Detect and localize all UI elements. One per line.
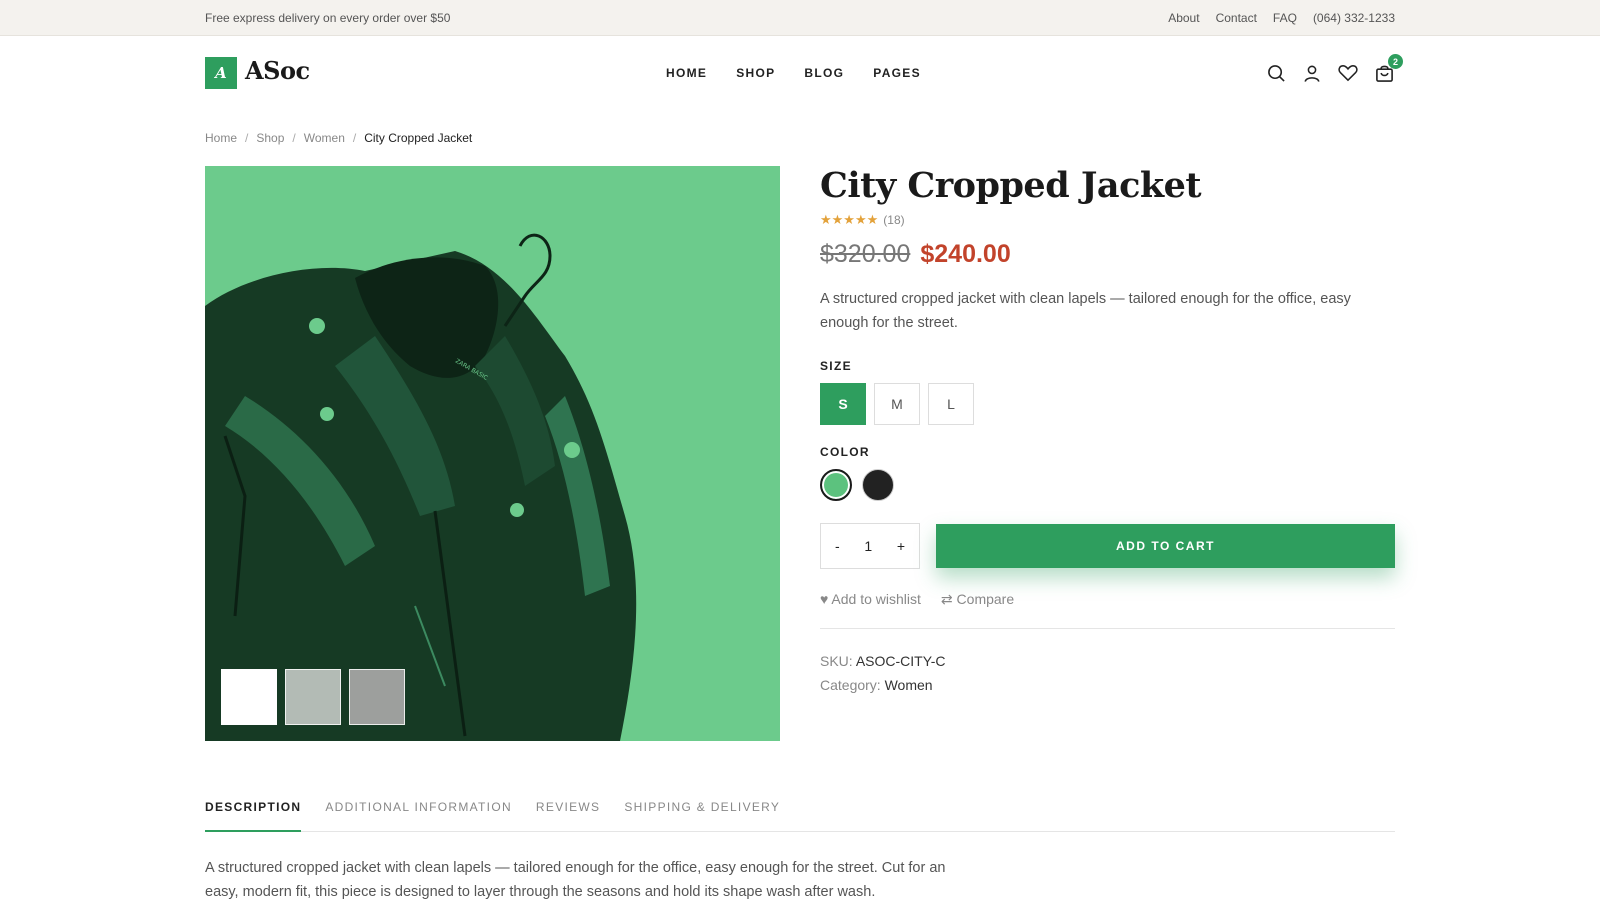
breadcrumb-current: City Cropped Jacket (364, 131, 473, 145)
nav-pages[interactable]: PAGES (873, 66, 921, 80)
nav-shop[interactable]: SHOP (736, 66, 775, 80)
color-swatch-green[interactable] (820, 469, 852, 502)
qty-increase-button[interactable]: + (897, 538, 905, 554)
color-swatch-black[interactable] (862, 469, 894, 502)
short-description: A structured cropped jacket with clean l… (820, 291, 1351, 332)
size-label: SIZE (820, 359, 852, 374)
tab-additional-information[interactable]: ADDITIONAL INFORMATION (325, 796, 512, 832)
secondary-actions: ♥ Add to wishlist ⇄ Compare (820, 591, 1395, 608)
qty-value[interactable]: 1 (864, 538, 872, 554)
thumbnail-2[interactable] (285, 669, 341, 725)
rating-stars: ★★★★★ (820, 212, 879, 228)
top-link-about[interactable]: About (1168, 11, 1199, 25)
product-title: City Cropped Jacket (820, 165, 1202, 206)
size-selector: S M L (820, 383, 1395, 426)
tab-reviews[interactable]: REVIEWS (536, 796, 600, 832)
breadcrumb-separator: / (245, 131, 249, 145)
tab-description-body: A structured cropped jacket with clean l… (205, 860, 946, 900)
tab-shipping-delivery[interactable]: SHIPPING & DELIVERY (624, 796, 780, 832)
sku-row: SKU: ASOC-CITY-C (820, 649, 1395, 673)
size-option-s[interactable]: S (820, 383, 866, 426)
review-count[interactable]: (18) (883, 213, 904, 227)
add-to-wishlist-link[interactable]: ♥ Add to wishlist (820, 591, 921, 608)
color-selector (820, 469, 1395, 502)
category-label: Category: (820, 677, 881, 694)
divider (820, 628, 1395, 630)
breadcrumb-home[interactable]: Home (205, 131, 237, 145)
header-icons: 2 (1266, 54, 1403, 85)
top-links: About Contact FAQ (064) 332-1233 (1168, 11, 1395, 25)
tab-description[interactable]: DESCRIPTION (205, 796, 302, 832)
main-nav: HOME SHOP BLOG PAGES (666, 66, 921, 80)
top-link-faq[interactable]: FAQ (1273, 11, 1297, 25)
nav-home[interactable]: HOME (666, 66, 707, 80)
user-icon[interactable] (1302, 61, 1322, 85)
size-option-l[interactable]: L (928, 383, 974, 426)
sku-value: ASOC-CITY-C (855, 653, 946, 670)
buy-row: - 1 + ADD TO CART (820, 523, 1395, 570)
product-details: City Cropped Jacket ★★★★★ (18) $320.00 $… (820, 165, 1395, 697)
site-header: A ASoc HOME SHOP BLOG PAGES 2 (0, 37, 1600, 109)
rating: ★★★★★ (18) (820, 212, 1395, 228)
top-link-contact[interactable]: Contact (1216, 11, 1257, 25)
thumbnail-3[interactable] (349, 669, 405, 725)
promo-text: Free express delivery on every order ove… (205, 11, 451, 25)
thumbnail-1[interactable] (221, 669, 277, 725)
logo-mark[interactable]: A (205, 57, 237, 89)
old-price: $320.00 (820, 240, 911, 269)
compare-link[interactable]: ⇄ Compare (941, 591, 1014, 608)
product-meta: SKU: ASOC-CITY-C Category: Women (820, 649, 1395, 697)
jacket-illustration: ZARA BASIC (205, 233, 637, 741)
search-icon[interactable] (1266, 61, 1286, 85)
price-block: $320.00 $240.00 (820, 240, 1395, 269)
thumbnail-strip (221, 669, 405, 725)
bag-icon[interactable]: 2 (1374, 54, 1403, 85)
product-tabs: DESCRIPTION ADDITIONAL INFORMATION REVIE… (205, 796, 1395, 832)
category-row: Category: Women (820, 673, 1395, 697)
breadcrumb-shop[interactable]: Shop (256, 131, 284, 145)
cart-count-badge: 2 (1388, 54, 1403, 69)
top-phone[interactable]: (064) 332-1233 (1313, 11, 1395, 25)
breadcrumb-women[interactable]: Women (304, 131, 345, 145)
nav-blog[interactable]: BLOG (804, 66, 844, 80)
color-label: COLOR (820, 445, 870, 460)
logo-text[interactable]: ASoc (245, 56, 310, 85)
quantity-stepper: - 1 + (820, 523, 920, 570)
size-option-m[interactable]: M (874, 383, 920, 426)
breadcrumb: Home / Shop / Women / City Cropped Jacke… (205, 131, 472, 145)
product-image[interactable]: ZARA BASIC (205, 166, 780, 741)
breadcrumb-separator: / (292, 131, 296, 145)
heart-icon[interactable] (1338, 61, 1358, 85)
add-to-cart-button[interactable]: ADD TO CART (936, 524, 1395, 569)
breadcrumb-separator: / (352, 131, 357, 145)
sale-price: $240.00 (920, 240, 1011, 269)
qty-decrease-button[interactable]: - (835, 538, 840, 554)
top-bar: Free express delivery on every order ove… (0, 0, 1600, 36)
category-link[interactable]: Women (885, 677, 933, 693)
sku-label: SKU: (820, 653, 853, 670)
